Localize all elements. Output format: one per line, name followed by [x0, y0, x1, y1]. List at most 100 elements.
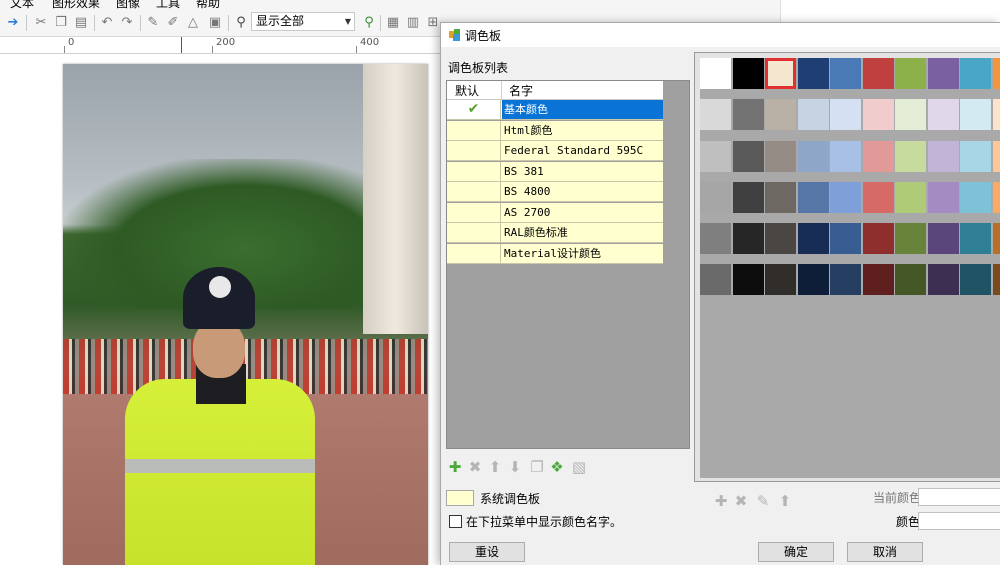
color-swatch[interactable] — [797, 58, 829, 89]
color-swatch[interactable] — [862, 223, 894, 254]
color-swatch[interactable] — [960, 141, 991, 172]
color-swatch[interactable] — [862, 99, 894, 130]
color-swatch[interactable] — [992, 223, 1000, 254]
show-names-label[interactable]: 在下拉菜单中显示颜色名字。 — [466, 513, 622, 530]
color-swatch[interactable] — [732, 58, 764, 89]
reset-button[interactable]: 重设 — [449, 542, 525, 562]
default-cell[interactable] — [447, 120, 501, 140]
color-swatch[interactable] — [895, 223, 926, 254]
default-cell[interactable] — [447, 182, 501, 201]
shape-icon[interactable]: △ — [186, 16, 200, 30]
column-default[interactable]: 默认 — [455, 82, 479, 99]
color-swatch[interactable] — [895, 182, 926, 213]
color-swatch[interactable] — [960, 264, 991, 295]
palette-row[interactable]: RAL颜色标准 — [447, 223, 663, 243]
palette-row[interactable]: BS 4800 — [447, 182, 663, 202]
color-swatch[interactable] — [992, 264, 1000, 295]
move-down-icon[interactable]: ⬇ — [507, 459, 523, 475]
menu-graphic-effects[interactable]: 图形效果 — [52, 0, 100, 10]
color-swatch[interactable] — [960, 223, 991, 254]
default-check-icon[interactable]: ✔ — [447, 100, 501, 119]
color-swatch[interactable] — [862, 141, 894, 172]
color-swatch[interactable] — [797, 223, 829, 254]
add-icon[interactable]: ✚ — [713, 493, 729, 509]
default-cell[interactable] — [447, 141, 501, 160]
color-swatch[interactable] — [895, 58, 926, 89]
color-swatch[interactable] — [830, 264, 861, 295]
color-swatch[interactable] — [830, 141, 861, 172]
column-name[interactable]: 名字 — [509, 82, 533, 99]
color-swatch[interactable] — [830, 223, 861, 254]
default-cell[interactable] — [447, 202, 501, 222]
default-cell[interactable] — [447, 223, 501, 242]
color-swatch[interactable] — [797, 182, 829, 213]
swatch-grid[interactable] — [700, 58, 1000, 478]
default-cell[interactable] — [447, 243, 501, 263]
color-name-field[interactable] — [918, 512, 1000, 530]
menu-help[interactable]: 帮助 — [196, 0, 220, 10]
color-swatch[interactable] — [927, 58, 959, 89]
palette-row[interactable]: AS 2700 — [447, 202, 663, 223]
redo-icon[interactable]: ↷ — [120, 16, 134, 30]
menu-text[interactable]: 文本 — [10, 0, 34, 10]
cancel-button[interactable]: 取消 — [847, 542, 923, 562]
move-icon[interactable]: ⬆ — [777, 493, 793, 509]
color-swatch[interactable] — [765, 182, 796, 213]
show-names-checkbox[interactable] — [449, 515, 462, 528]
color-swatch[interactable] — [927, 264, 959, 295]
color-swatch[interactable] — [992, 58, 1000, 89]
color-swatch[interactable] — [895, 99, 926, 130]
color-swatch[interactable] — [927, 182, 959, 213]
brush-icon[interactable]: ✐ — [166, 16, 180, 30]
color-swatch[interactable] — [960, 182, 991, 213]
default-cell[interactable] — [447, 161, 501, 181]
color-swatch[interactable] — [992, 141, 1000, 172]
color-swatch[interactable] — [797, 99, 829, 130]
color-swatch[interactable] — [927, 141, 959, 172]
zoom-select[interactable]: 显示全部 ▼ — [251, 12, 355, 31]
color-swatch[interactable] — [700, 264, 731, 295]
color-swatch[interactable] — [765, 264, 796, 295]
color-swatch[interactable] — [830, 58, 861, 89]
color-swatch[interactable] — [862, 264, 894, 295]
menu-tools[interactable]: 工具 — [156, 0, 180, 10]
ok-button[interactable]: 确定 — [758, 542, 834, 562]
current-color-field[interactable] — [918, 488, 1000, 506]
color-swatch[interactable] — [927, 99, 959, 130]
color-swatch[interactable] — [862, 58, 894, 89]
copy-icon[interactable]: ❐ — [54, 16, 68, 30]
arrow-right-icon[interactable]: ➔ — [6, 16, 20, 30]
color-swatch[interactable] — [927, 223, 959, 254]
palette-list[interactable]: 默认 名字 ✔ 基本颜色 Html颜色 Federal Standard 595C BS… — [446, 80, 690, 449]
menu-image[interactable]: 图像 — [116, 0, 140, 10]
color-swatch[interactable] — [732, 223, 764, 254]
add-icon[interactable]: ✚ — [447, 459, 463, 475]
palette-row[interactable]: ✔ 基本颜色 — [447, 100, 663, 120]
zoom-in-icon[interactable]: ⚲ — [362, 16, 376, 30]
grid-icon[interactable]: ⊞ — [426, 16, 440, 30]
color-swatch[interactable] — [960, 58, 991, 89]
color-swatch[interactable] — [732, 264, 764, 295]
color-swatch[interactable] — [862, 182, 894, 213]
zoom-out-icon[interactable]: ⚲ — [234, 16, 248, 30]
color-swatch[interactable] — [830, 182, 861, 213]
color-swatch[interactable] — [700, 58, 731, 89]
color-swatch[interactable] — [700, 223, 731, 254]
edit-icon[interactable]: ✎ — [146, 16, 160, 30]
color-swatch[interactable] — [765, 223, 796, 254]
color-swatch[interactable] — [895, 141, 926, 172]
palette-row[interactable]: BS 381 — [447, 161, 663, 182]
palette-row[interactable]: Material设计颜色 — [447, 243, 663, 264]
color-swatch[interactable] — [765, 58, 796, 89]
cut-icon[interactable]: ✂ — [34, 16, 48, 30]
color-swatch[interactable] — [765, 99, 796, 130]
document-photo[interactable] — [63, 64, 428, 565]
color-swatch[interactable] — [732, 141, 764, 172]
color-swatch[interactable] — [700, 99, 731, 130]
color-swatch[interactable] — [960, 99, 991, 130]
palette-row[interactable]: Federal Standard 595C — [447, 141, 663, 161]
layout-icon[interactable]: ▦ — [386, 16, 400, 30]
color-swatch[interactable] — [732, 182, 764, 213]
delete-icon[interactable]: ✖ — [733, 493, 749, 509]
table-icon[interactable]: ▥ — [406, 16, 420, 30]
